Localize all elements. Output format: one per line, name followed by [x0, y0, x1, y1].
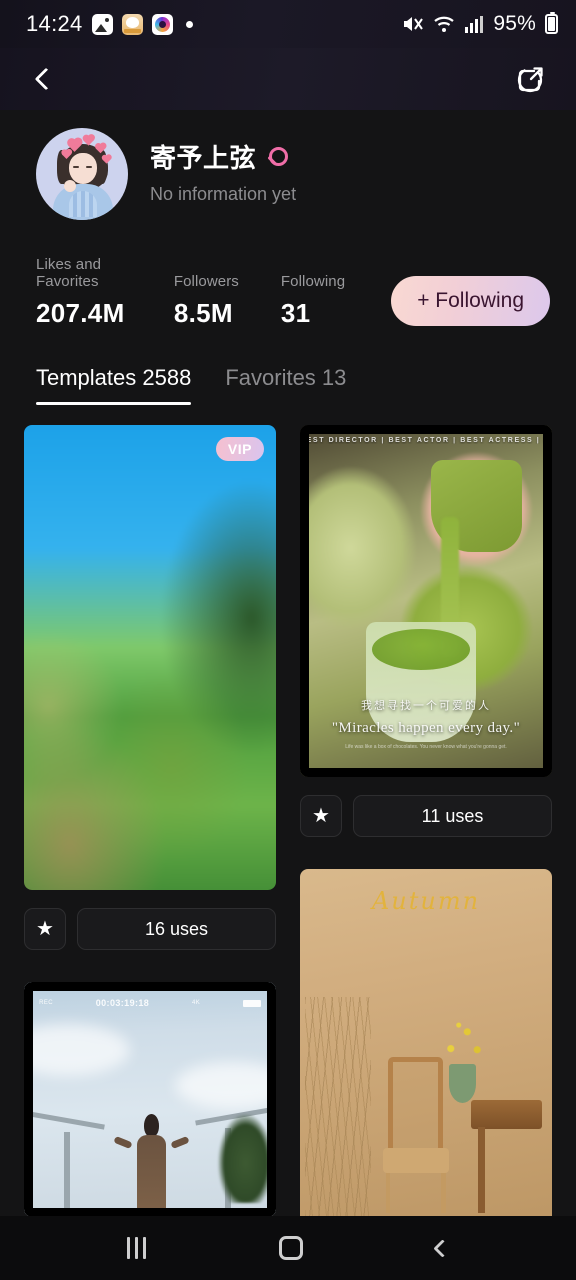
- overlay-small-text: Life was like a box of chocolates. You n…: [345, 743, 507, 750]
- stat-likes-and-favorites[interactable]: Likes and Favorites 207.4M: [36, 256, 128, 329]
- chair-shape: [383, 1057, 449, 1214]
- back-icon[interactable]: [433, 1238, 453, 1258]
- profile-name-row: 寄予上弦: [150, 138, 296, 175]
- status-time: 14:24: [26, 11, 83, 36]
- app-screen: 14:24 95% 寄予上弦 No information yet Likes …: [0, 0, 576, 1280]
- favorite-button[interactable]: ★: [24, 908, 66, 950]
- star-icon: ★: [36, 918, 54, 940]
- template-card[interactable]: Autumn: [300, 853, 552, 1224]
- cloud-shape: [24, 1024, 130, 1076]
- status-bar-left: 14:24: [26, 11, 193, 37]
- share-icon: [517, 67, 543, 93]
- avatar-eye-left: [73, 166, 79, 168]
- template-thumbnail[interactable]: BEST DIRECTOR | BEST ACTOR | BEST ACTRES…: [300, 425, 552, 777]
- stat-value: 207.4M: [36, 298, 125, 328]
- notification-dot-icon: [185, 20, 193, 28]
- arm-shape: [112, 1136, 133, 1150]
- stat-following[interactable]: Following 31: [281, 273, 345, 329]
- avatar-eye-right: [86, 166, 92, 168]
- template-thumbnail[interactable]: Autumn: [300, 869, 552, 1224]
- template-thumbnail[interactable]: REC 00:03:19:18 4K: [24, 982, 276, 1217]
- status-bar-right: 95%: [402, 12, 558, 36]
- viewfinder-right-label: 4K: [191, 1000, 201, 1007]
- signal-icon: [465, 16, 484, 33]
- vip-badge: VIP: [215, 437, 264, 461]
- page-header: [0, 48, 576, 110]
- template-card[interactable]: REC 00:03:19:18 4K: [24, 966, 276, 1217]
- gallery-icon: [91, 13, 113, 35]
- stat-followers[interactable]: Followers 8.5M: [174, 273, 239, 329]
- status-bar: 14:24 95%: [0, 0, 576, 48]
- uses-button[interactable]: 16 uses: [77, 908, 276, 950]
- template-thumbnail[interactable]: VIP: [24, 425, 276, 890]
- record-indicator-icon: [242, 999, 261, 1007]
- stat-label: Likes and Favorites: [36, 256, 102, 290]
- stat-value: 8.5M: [173, 298, 233, 328]
- mute-icon: [404, 17, 424, 31]
- tab-favorites[interactable]: Favorites 13: [225, 365, 346, 405]
- profile-section: 寄予上弦 No information yet: [0, 110, 576, 220]
- garden-artwork: [24, 425, 276, 890]
- uses-button[interactable]: 11 uses: [353, 795, 552, 837]
- favorite-button[interactable]: ★: [300, 795, 342, 837]
- chair-leg: [441, 1163, 447, 1214]
- cat-app-icon: [121, 13, 143, 35]
- wifi-icon: [434, 16, 455, 32]
- profile-info: 寄予上弦 No information yet: [150, 128, 296, 205]
- camera-app-icon: [151, 13, 173, 35]
- viewfinder-left-label: REC: [39, 1000, 53, 1007]
- dried-grass-shape: [305, 996, 371, 1217]
- share-button[interactable]: [510, 59, 550, 99]
- profile-name: 寄予上弦: [150, 143, 257, 173]
- grid-column-right: BEST DIRECTOR | BEST ACTOR | BEST ACTRES…: [300, 425, 552, 1224]
- template-card[interactable]: BEST DIRECTOR | BEST ACTOR | BEST ACTRES…: [300, 425, 552, 837]
- templates-grid: VIP ★ 16 uses REC 00:03:19:18 4K BEST DI…: [0, 405, 576, 1224]
- avatar-dress: [53, 184, 113, 220]
- female-gender-icon: [267, 146, 289, 167]
- template-actions: ★ 16 uses: [24, 908, 276, 950]
- template-card[interactable]: VIP ★ 16 uses: [24, 425, 276, 950]
- viewfinder-overlay: REC 00:03:19:18 4K: [39, 998, 261, 1008]
- home-icon[interactable]: [278, 1236, 303, 1260]
- grid-column-left: VIP ★ 16 uses REC 00:03:19:18 4K: [24, 425, 276, 1224]
- stat-label: Followers: [173, 273, 239, 290]
- back-chevron-icon: [34, 67, 58, 91]
- stats-row: Likes and Favorites 207.4M Followers 8.5…: [0, 220, 576, 329]
- system-nav-bar: [0, 1216, 576, 1280]
- recents-icon[interactable]: [126, 1237, 146, 1259]
- video-timecode: 00:03:19:18: [95, 998, 150, 1009]
- arm-shape: [170, 1136, 190, 1150]
- railing-shape: [29, 1111, 105, 1130]
- flowers-shape: [431, 1014, 497, 1072]
- autumn-title: Autumn: [371, 886, 481, 915]
- avatar-hand: [64, 180, 76, 192]
- sky-artwork: REC 00:03:19:18 4K: [24, 982, 276, 1217]
- tree-shape: [218, 1113, 274, 1203]
- stat-value: 31: [280, 298, 311, 328]
- cloud-shape: [175, 1061, 276, 1109]
- battery-icon: [545, 12, 558, 34]
- template-actions: ★ 11 uses: [300, 795, 552, 837]
- star-icon: ★: [312, 805, 330, 827]
- profile-tabs: Templates 2588 Favorites 13: [0, 329, 576, 405]
- award-banner-text: BEST DIRECTOR | BEST ACTOR | BEST ACTRES…: [300, 437, 552, 445]
- overlay-chinese-text: 我想寻找一个可爱的人: [361, 699, 491, 712]
- following-button[interactable]: + Following: [391, 276, 550, 326]
- chair-leg: [385, 1163, 391, 1214]
- overlay-english-text: "Miracles happen every day.": [331, 719, 521, 736]
- battery-percent: 95%: [493, 12, 536, 35]
- person-shape: [112, 1113, 190, 1213]
- side-table-shape: [471, 1099, 542, 1214]
- profile-bio: No information yet: [150, 184, 297, 204]
- tab-templates[interactable]: Templates 2588: [36, 365, 192, 405]
- avatar-face: [69, 153, 97, 184]
- profile-content: 寄予上弦 No information yet Likes and Favori…: [0, 110, 576, 1224]
- post-shape: [64, 1132, 71, 1217]
- stat-label: Following: [280, 273, 346, 290]
- poster-overlay: 我想寻找一个可爱的人 "Miracles happen every day." …: [300, 697, 552, 753]
- autumn-artwork: Autumn: [300, 869, 552, 1224]
- avatar[interactable]: [36, 128, 128, 220]
- back-button[interactable]: [26, 59, 66, 99]
